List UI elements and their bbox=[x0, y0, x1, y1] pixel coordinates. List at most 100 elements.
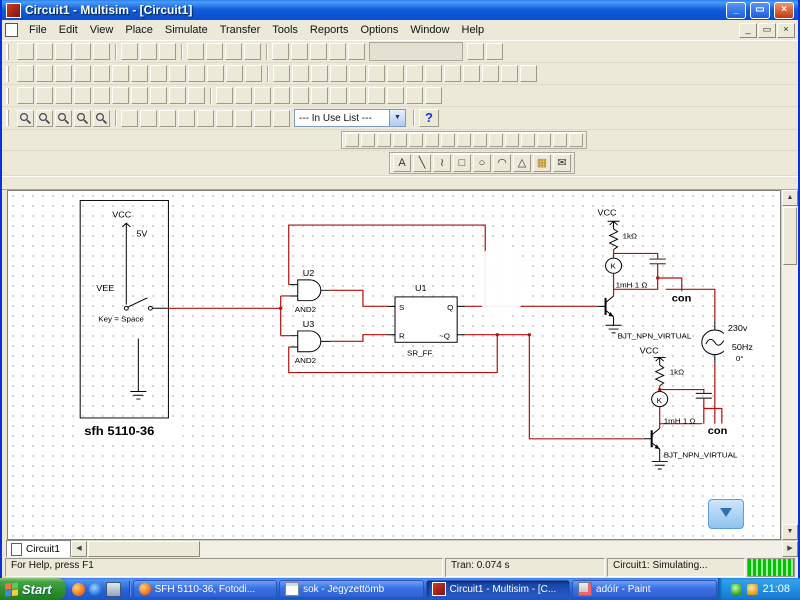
component-button[interactable] bbox=[520, 65, 537, 82]
scroll-right-icon[interactable]: ▶ bbox=[782, 541, 798, 557]
toolbar-button[interactable] bbox=[273, 109, 290, 127]
instrument-button[interactable] bbox=[393, 133, 407, 147]
save-button[interactable] bbox=[55, 43, 72, 60]
component-button[interactable] bbox=[444, 65, 461, 82]
menu-options[interactable]: Options bbox=[354, 22, 404, 38]
toolbar-button[interactable] bbox=[291, 43, 308, 60]
component-button[interactable] bbox=[501, 65, 518, 82]
toolbar-grip[interactable] bbox=[6, 110, 12, 126]
component-button[interactable] bbox=[17, 65, 34, 82]
component-button[interactable] bbox=[150, 65, 167, 82]
virtual-button[interactable] bbox=[330, 87, 347, 104]
instrument-button[interactable] bbox=[473, 133, 487, 147]
page-down-widget[interactable] bbox=[708, 499, 744, 529]
instrument-button[interactable] bbox=[409, 133, 423, 147]
menu-window[interactable]: Window bbox=[404, 22, 455, 38]
schematic-svg[interactable]: VCC 5V VEE Key = Space sfh 5110-36 U2 AN… bbox=[8, 191, 780, 539]
toolbar-button[interactable] bbox=[121, 43, 138, 60]
instrument-button[interactable] bbox=[457, 133, 471, 147]
toolbar-button[interactable] bbox=[197, 109, 214, 127]
simulate-button[interactable] bbox=[121, 109, 138, 127]
taskbar-item-paint[interactable]: adóír - Paint bbox=[572, 580, 717, 598]
picture-tool-button[interactable]: ▦ bbox=[533, 154, 551, 172]
bjt-npn-top[interactable] bbox=[597, 295, 622, 334]
scroll-left-icon[interactable]: ◀ bbox=[70, 541, 87, 557]
toolbar-button[interactable] bbox=[140, 109, 157, 127]
toolbar-grip[interactable] bbox=[6, 43, 12, 60]
component-button[interactable] bbox=[406, 65, 423, 82]
and-gate-u2[interactable] bbox=[289, 279, 331, 302]
taskbar-item-notepad[interactable]: sok - Jegyzettömb bbox=[279, 580, 424, 598]
instrument-button[interactable] bbox=[505, 133, 519, 147]
component-button[interactable] bbox=[245, 65, 262, 82]
scroll-track[interactable] bbox=[201, 541, 782, 557]
component-button[interactable] bbox=[93, 65, 110, 82]
taskbar-item-browser[interactable]: SFH 5110-36, Fotodi... bbox=[132, 580, 278, 598]
help-button[interactable]: ? bbox=[419, 109, 439, 127]
vcc-symbol[interactable] bbox=[121, 222, 131, 233]
scroll-track[interactable] bbox=[782, 266, 798, 524]
toolbar-button[interactable] bbox=[348, 43, 365, 60]
vcc-symbol[interactable] bbox=[653, 356, 666, 365]
bjt-npn-bottom[interactable] bbox=[643, 428, 668, 470]
component-button[interactable] bbox=[482, 65, 499, 82]
component-button[interactable] bbox=[55, 65, 72, 82]
quick-launch-show-desktop-icon[interactable] bbox=[105, 581, 121, 597]
menu-help[interactable]: Help bbox=[456, 22, 491, 38]
virtual-button[interactable] bbox=[349, 87, 366, 104]
menu-reports[interactable]: Reports bbox=[304, 22, 355, 38]
instrument-button[interactable] bbox=[537, 133, 551, 147]
rectangle-tool-button[interactable]: □ bbox=[453, 154, 471, 172]
virtual-button[interactable] bbox=[17, 87, 34, 104]
comment-tool-button[interactable]: ✉ bbox=[553, 154, 571, 172]
open-button[interactable] bbox=[36, 43, 53, 60]
ellipse-tool-button[interactable]: ○ bbox=[473, 154, 491, 172]
component-button[interactable] bbox=[349, 65, 366, 82]
vertical-scrollbar[interactable]: ▲ ▼ bbox=[781, 190, 798, 540]
scroll-up-icon[interactable]: ▲ bbox=[782, 190, 798, 206]
component-button[interactable] bbox=[131, 65, 148, 82]
volume-icon[interactable] bbox=[746, 583, 758, 595]
resistor-bottom[interactable] bbox=[654, 364, 665, 387]
component-button[interactable] bbox=[226, 65, 243, 82]
component-button[interactable] bbox=[425, 65, 442, 82]
in-use-list-combo[interactable]: --- In Use List --- ▼ bbox=[294, 109, 406, 127]
component-button[interactable] bbox=[188, 65, 205, 82]
close-button[interactable]: × bbox=[774, 1, 794, 19]
minimize-button[interactable]: _ bbox=[726, 1, 746, 19]
virtual-button[interactable] bbox=[112, 87, 129, 104]
capacitor-bottom[interactable] bbox=[695, 392, 712, 399]
component-button[interactable] bbox=[311, 65, 328, 82]
zoom-out-button[interactable] bbox=[36, 109, 53, 127]
virtual-button[interactable] bbox=[406, 87, 423, 104]
virtual-button[interactable] bbox=[273, 87, 290, 104]
print-button[interactable] bbox=[74, 43, 91, 60]
zoom-fit-button[interactable] bbox=[74, 109, 91, 127]
scroll-down-icon[interactable]: ▼ bbox=[782, 524, 798, 540]
zoom-in-button[interactable] bbox=[17, 109, 34, 127]
virtual-button[interactable] bbox=[235, 87, 252, 104]
toolbar-button[interactable] bbox=[159, 109, 176, 127]
virtual-button[interactable] bbox=[311, 87, 328, 104]
toolbar-button[interactable] bbox=[467, 43, 484, 60]
component-button[interactable] bbox=[207, 65, 224, 82]
horizontal-scrollbar[interactable]: ◀ ▶ bbox=[70, 540, 798, 557]
schematic-canvas[interactable]: VCC 5V VEE Key = Space sfh 5110-36 U2 AN… bbox=[7, 190, 781, 540]
toolbar-button[interactable] bbox=[159, 43, 176, 60]
menu-simulate[interactable]: Simulate bbox=[159, 22, 214, 38]
component-button[interactable] bbox=[463, 65, 480, 82]
instrument-button[interactable] bbox=[489, 133, 503, 147]
virtual-button[interactable] bbox=[254, 87, 271, 104]
arc-tool-button[interactable]: ◠ bbox=[493, 154, 511, 172]
quick-launch-firefox-icon[interactable] bbox=[71, 582, 85, 596]
toolbar-button[interactable] bbox=[244, 43, 261, 60]
virtual-button[interactable] bbox=[368, 87, 385, 104]
line-tool-button[interactable]: ╲ bbox=[413, 154, 431, 172]
component-button[interactable] bbox=[36, 65, 53, 82]
toolbar-grip[interactable] bbox=[6, 65, 12, 82]
toolbar-button[interactable] bbox=[486, 43, 503, 60]
menu-transfer[interactable]: Transfer bbox=[214, 22, 267, 38]
toolbar-button[interactable] bbox=[254, 109, 271, 127]
toolbar-button[interactable] bbox=[178, 109, 195, 127]
ground-symbol[interactable] bbox=[130, 338, 147, 400]
